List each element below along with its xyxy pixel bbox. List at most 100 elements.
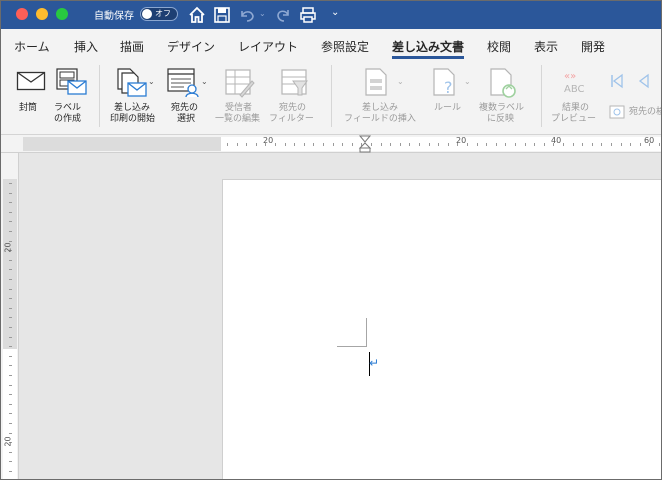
ruler-tick (515, 143, 516, 146)
envelope-icon (16, 71, 46, 91)
start-merge-label-2: 印刷の開始 (110, 114, 156, 124)
ruler-tick (333, 143, 334, 146)
home-icon[interactable] (187, 5, 207, 25)
filter-label-1: 宛先の (279, 103, 307, 113)
tab-review[interactable]: 校閲 (487, 38, 511, 55)
ribbon-tabs: ホーム 挿入 描画 デザイン レイアウト 参照設定 差し込み文書 校閲 表示 開… (1, 29, 661, 59)
ruler-tick (9, 365, 12, 366)
find-recipient-icon[interactable] (609, 105, 625, 119)
ruler-number: 20 (3, 242, 13, 253)
ruler-tick (505, 143, 506, 146)
ruler-tick (9, 423, 12, 424)
labels-label-1: ラベル (54, 103, 82, 113)
preview-label-2: プレビュー (551, 114, 597, 124)
select-recipients-icon (167, 68, 199, 98)
tab-references[interactable]: 参照設定 (321, 38, 369, 55)
document-page[interactable]: ↵ (222, 179, 661, 479)
ruler-tick (9, 279, 12, 280)
ruler-tick (9, 433, 12, 434)
ruler-tick (9, 212, 12, 213)
ruler-tick (640, 143, 641, 146)
ruler-tick (294, 143, 295, 146)
ruler-tick (400, 143, 401, 146)
ruler-tick (9, 327, 12, 328)
tab-design[interactable]: デザイン (167, 38, 215, 55)
ruler-tick (429, 143, 430, 146)
find-recipient-label: 宛先の検 (629, 107, 662, 117)
print-icon[interactable] (298, 5, 318, 25)
tab-home[interactable]: ホーム (14, 38, 50, 55)
ruler-number: 40 (551, 136, 562, 145)
ruler-tick (9, 461, 12, 462)
ruler-tick (9, 346, 12, 347)
title-bar: 自動保存 オフ ⌄ ⌄ (1, 1, 661, 29)
ribbon-separator (541, 65, 542, 127)
ruler-tick (630, 143, 631, 146)
chevron-down-icon: ⌄ (397, 77, 404, 86)
horizontal-ruler[interactable]: 20 20 40 60 (1, 135, 661, 153)
paragraph-mark-icon: ↵ (369, 356, 380, 370)
svg-text:ABC: ABC (564, 84, 585, 95)
chevron-down-icon: ⌄ (148, 77, 155, 86)
tab-developer[interactable]: 開発 (581, 38, 605, 55)
ruler-tick (9, 337, 12, 338)
select-recipients-label-2: 選択 (177, 114, 196, 124)
ruler-tick (227, 143, 228, 146)
ruler-tick (9, 394, 12, 395)
ruler-tick (534, 143, 535, 146)
tab-insert[interactable]: 挿入 (74, 38, 98, 55)
ruler-tick (381, 143, 382, 146)
autosave-toggle[interactable]: オフ (140, 7, 178, 21)
ruler-tick (621, 143, 622, 146)
rules-icon: ? (433, 68, 455, 97)
tab-view[interactable]: 表示 (534, 38, 558, 55)
ribbon-separator (331, 65, 332, 127)
redo-icon[interactable] (273, 5, 293, 25)
save-icon[interactable] (212, 5, 232, 25)
undo-dropdown-icon[interactable]: ⌄ (259, 9, 266, 18)
insert-field-label-2: フィールドの挿入 (344, 114, 416, 124)
ruler-tick (592, 143, 593, 146)
ruler-number: 20 (3, 436, 13, 447)
filter-label-2: フィルター (269, 114, 314, 124)
tab-mailings[interactable]: 差し込み文書 (392, 38, 464, 55)
ruler-tick (544, 143, 545, 146)
insert-field-icon (365, 68, 387, 96)
ruler-tick (9, 452, 12, 453)
ruler-tick (323, 143, 324, 146)
rules-label: ルール (434, 103, 462, 113)
ruler-margin-top (3, 179, 17, 349)
undo-icon[interactable] (237, 5, 257, 25)
margin-corner-mark (366, 318, 367, 347)
first-record-icon[interactable] (609, 73, 625, 89)
tab-layout[interactable]: レイアウト (238, 38, 298, 55)
labels-icon (56, 68, 87, 95)
tab-draw[interactable]: 描画 (120, 38, 144, 55)
svg-text:«»: «» (564, 71, 576, 82)
ruler-tick (342, 143, 343, 146)
close-window-button[interactable] (16, 8, 28, 20)
document-canvas[interactable]: ↵ (19, 153, 661, 479)
update-labels-label-2: に反映 (487, 114, 515, 124)
ruler-number: 20 (456, 136, 467, 145)
ruler-tick (448, 143, 449, 146)
zoom-window-button[interactable] (56, 8, 68, 20)
ruler-tick (9, 193, 12, 194)
customize-icon[interactable]: ⌄ (331, 7, 339, 18)
ruler-number: 20 (263, 136, 274, 145)
svg-text:?: ? (444, 78, 453, 97)
autosave-state: オフ (155, 9, 171, 18)
ruler-tick (438, 143, 439, 146)
ruler-tick (237, 143, 238, 146)
preview-icon: «» ABC (564, 71, 585, 95)
ruler-tick (611, 143, 612, 146)
chevron-down-icon: ⌄ (201, 77, 208, 86)
indent-marker-icon[interactable] (358, 135, 372, 153)
edit-list-icon (225, 69, 255, 98)
vertical-ruler[interactable]: 20 20 (1, 153, 19, 479)
ruler-tick (9, 375, 12, 376)
minimize-window-button[interactable] (36, 8, 48, 20)
start-mail-merge-icon (117, 68, 147, 97)
ruler-tick (390, 143, 391, 146)
previous-record-icon[interactable] (635, 73, 651, 89)
